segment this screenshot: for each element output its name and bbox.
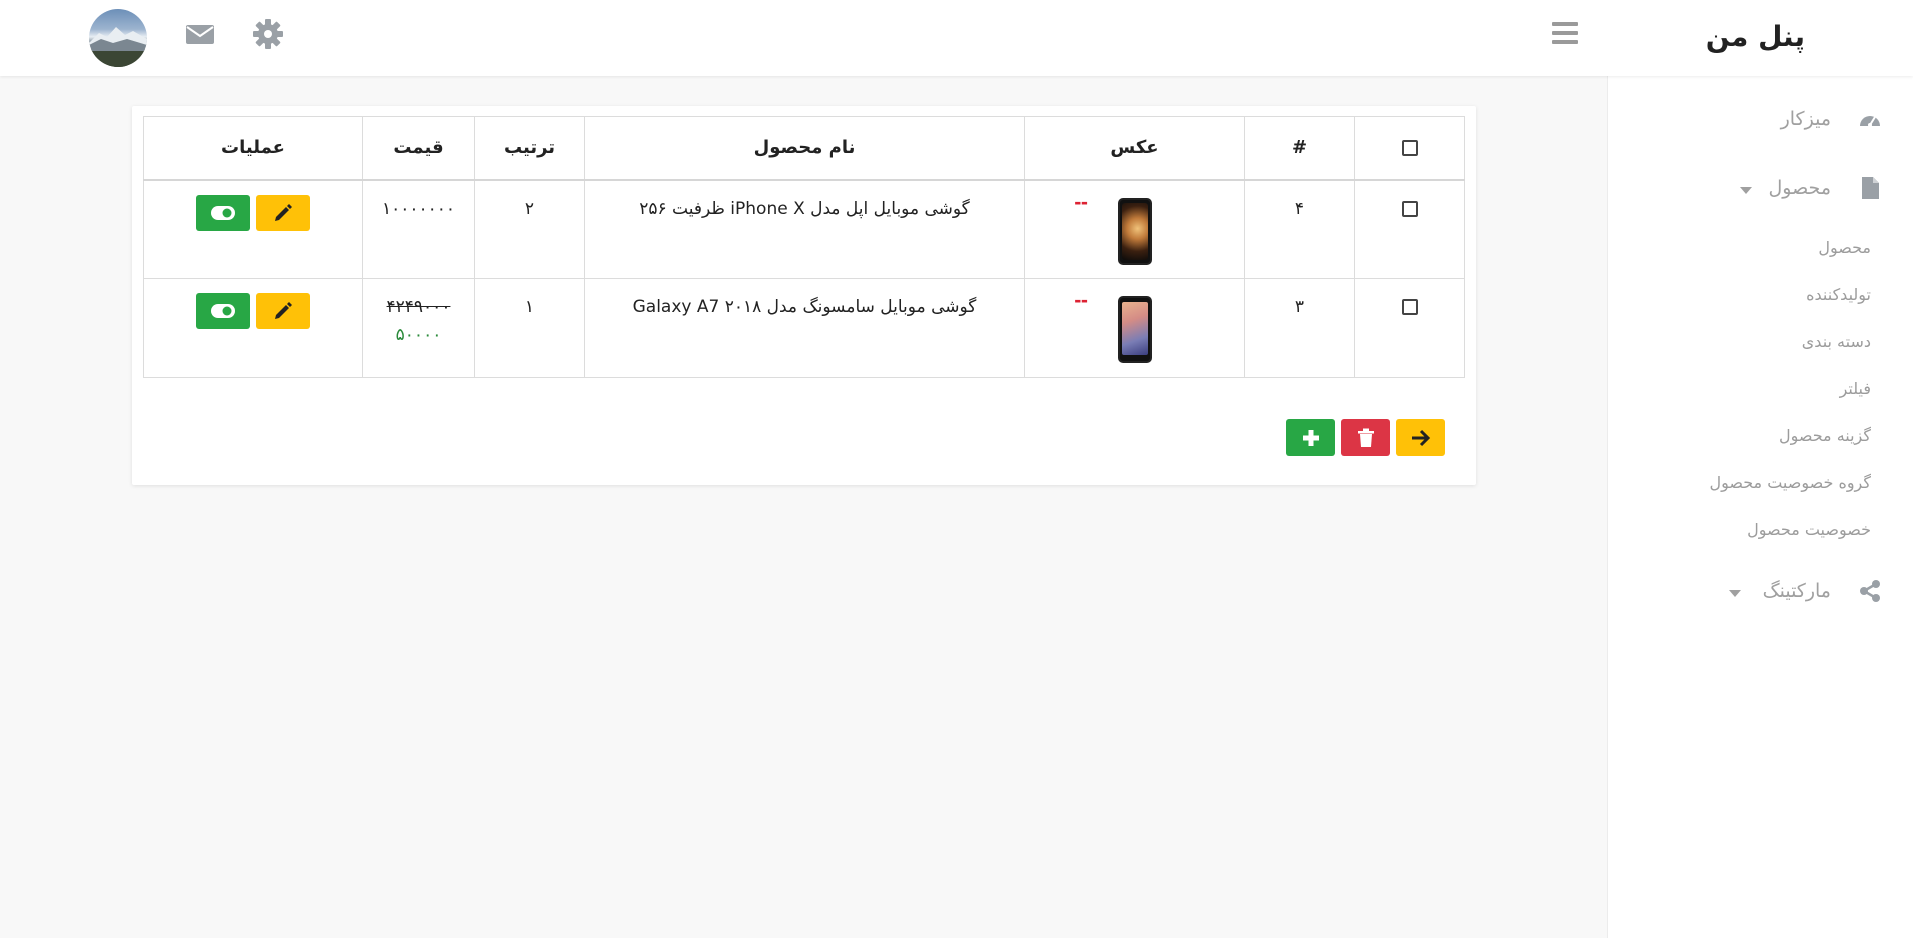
mail-icon[interactable]: [184, 18, 216, 50]
sidebar-subitem-attribute[interactable]: خصوصیت محصول: [1747, 520, 1871, 539]
delete-button[interactable]: [1341, 419, 1390, 456]
sidebar-item-label: مارکتینگ: [1762, 580, 1831, 602]
row-checkbox[interactable]: [1401, 200, 1418, 217]
row-select-cell: [1354, 179, 1465, 279]
sidebar-subitem-category[interactable]: دسته بندی: [1802, 332, 1871, 351]
sidebar-item-marketing[interactable]: مارکتینگ: [1728, 578, 1883, 604]
row-sort-order: ۲: [474, 179, 585, 279]
sidebar-item-product[interactable]: محصول: [1740, 175, 1883, 201]
sidebar-item-label: محصول: [1768, 177, 1831, 199]
row-id: ۴: [1244, 179, 1355, 279]
toggle-on-icon: [211, 304, 235, 318]
sidebar-subitem-attribute-group[interactable]: گروه خصوصیت محصول: [1709, 473, 1871, 492]
header-price: قیمت: [362, 116, 475, 181]
file-icon: [1862, 177, 1879, 199]
arrow-right-icon: [1411, 429, 1430, 446]
chevron-down-icon: [1740, 186, 1753, 194]
table-row: ۴ ▬▬ گوشی موبایل اپل مدل iPhone X ظرفیت …: [143, 179, 1465, 279]
row-actions-cell: [143, 179, 363, 279]
sidebar-item-label: میزکار: [1780, 108, 1831, 130]
product-list-card: # عکس نام محصول ترتیب قیمت عملیات ۴ ▬▬ گ…: [132, 106, 1476, 485]
row-id: ۳: [1244, 278, 1355, 378]
row-price-cell: ۱۰۰۰۰۰۰۰: [362, 179, 475, 279]
header-product-name: نام محصول: [584, 116, 1025, 181]
table-actions: [1286, 419, 1445, 456]
row-image-cell: ▬▬: [1024, 179, 1245, 279]
gear-icon[interactable]: [252, 18, 284, 50]
row-price: ۱۰۰۰۰۰۰۰: [381, 198, 456, 219]
sidebar-subitem-product[interactable]: محصول: [1818, 238, 1871, 257]
edit-button[interactable]: [256, 194, 310, 231]
trash-icon: [1357, 428, 1374, 447]
back-button[interactable]: [1396, 419, 1445, 456]
row-price-cell: ۴۲۴۹۰۰۰ ۵۰۰۰۰: [362, 278, 475, 378]
plus-icon: [1302, 429, 1319, 446]
sidebar-item-dashboard[interactable]: میزکار: [1781, 106, 1883, 132]
row-select-cell: [1354, 278, 1465, 378]
product-thumbnail: ▬▬: [1071, 196, 1198, 265]
hamburger-icon[interactable]: [1552, 22, 1578, 44]
sidebar-subitem-manufacturer[interactable]: تولیدکننده: [1806, 285, 1871, 304]
header-sort-order: ترتیب: [474, 116, 585, 181]
row-product-name: گوشی موبایل اپل مدل iPhone X ظرفیت ۲۵۶: [584, 179, 1025, 279]
add-button[interactable]: [1286, 419, 1335, 456]
row-product-name: گوشی موبایل سامسونگ مدل Galaxy A7 ۲۰۱۸: [584, 278, 1025, 378]
row-sort-order: ۱: [474, 278, 585, 378]
row-image-cell: ▬▬: [1024, 278, 1245, 378]
product-table: # عکس نام محصول ترتیب قیمت عملیات ۴ ▬▬ گ…: [143, 116, 1465, 378]
table-row: ۳ ▬▬ گوشی موبایل سامسونگ مدل Galaxy A7 ۲…: [143, 278, 1465, 378]
pencil-icon: [275, 302, 292, 319]
share-icon: [1860, 580, 1880, 602]
header-id: #: [1244, 116, 1355, 181]
row-checkbox[interactable]: [1401, 299, 1418, 315]
row-actions-cell: [143, 278, 363, 378]
sidebar-subitem-product-option[interactable]: گزینه محصول: [1779, 426, 1871, 445]
product-thumbnail: ▬▬: [1071, 295, 1198, 363]
toggle-on-icon: [211, 205, 235, 220]
row-price-special: ۵۰۰۰۰: [395, 325, 442, 345]
toggle-status-button[interactable]: [196, 293, 250, 329]
header-image: عکس: [1024, 116, 1245, 181]
dashboard-icon: [1860, 116, 1880, 127]
header-select-all: [1354, 116, 1465, 181]
sidebar: میزکار محصول محصول تولیدکننده دسته بندی …: [1607, 76, 1913, 938]
toggle-status-button[interactable]: [196, 194, 250, 231]
edit-button[interactable]: [256, 293, 310, 329]
select-all-checkbox[interactable]: [1401, 140, 1418, 157]
header-actions: عملیات: [143, 116, 363, 181]
pencil-icon: [275, 203, 292, 221]
chevron-down-icon: [1728, 589, 1741, 597]
table-header-row: # عکس نام محصول ترتیب قیمت عملیات: [143, 116, 1465, 181]
top-navbar: پنل من: [0, 0, 1913, 76]
user-avatar[interactable]: [89, 9, 147, 67]
sidebar-subitem-filter[interactable]: فیلتر: [1840, 379, 1871, 398]
brand-title[interactable]: پنل من: [1706, 20, 1805, 53]
row-price-old: ۴۲۴۹۰۰۰: [386, 297, 451, 317]
